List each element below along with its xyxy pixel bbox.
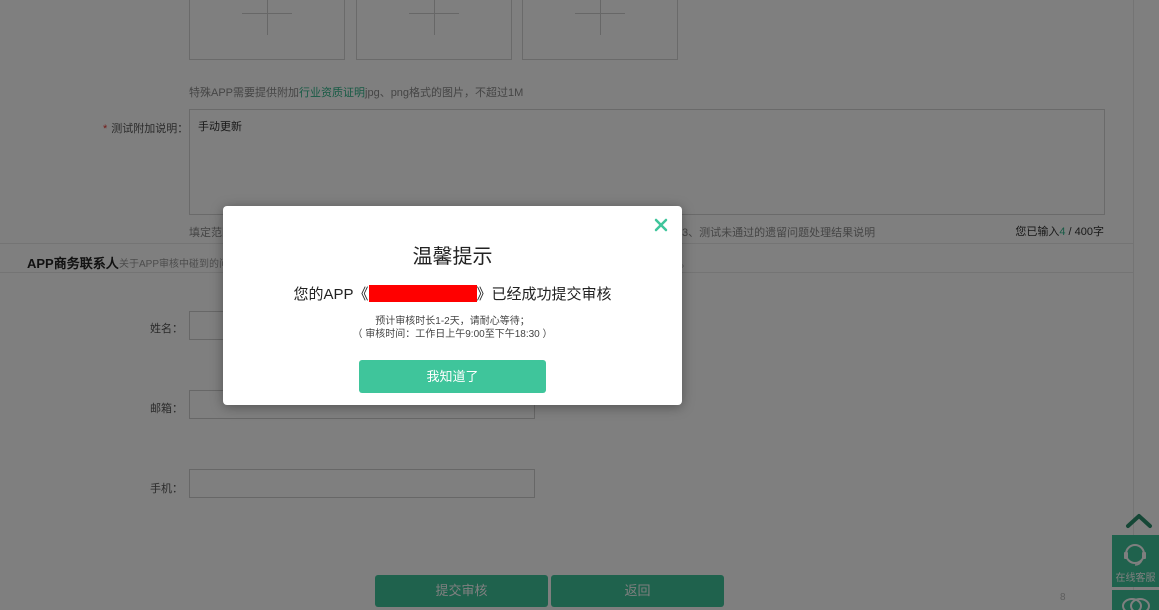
- close-icon[interactable]: [654, 218, 668, 232]
- modal-note-line2: （ 审核时间：工作日上午9:00至下午18:30 ）: [352, 329, 553, 340]
- success-modal: 温馨提示 您的APP《 》已经成功提交审核 预计审核时长1-2天，请耐心等待； （…: [223, 206, 682, 405]
- modal-message: 您的APP《 》已经成功提交审核: [293, 285, 612, 303]
- confirm-button[interactable]: 我知道了: [359, 360, 546, 393]
- redacted-app-name: [368, 285, 477, 302]
- modal-title: 温馨提示: [412, 246, 493, 268]
